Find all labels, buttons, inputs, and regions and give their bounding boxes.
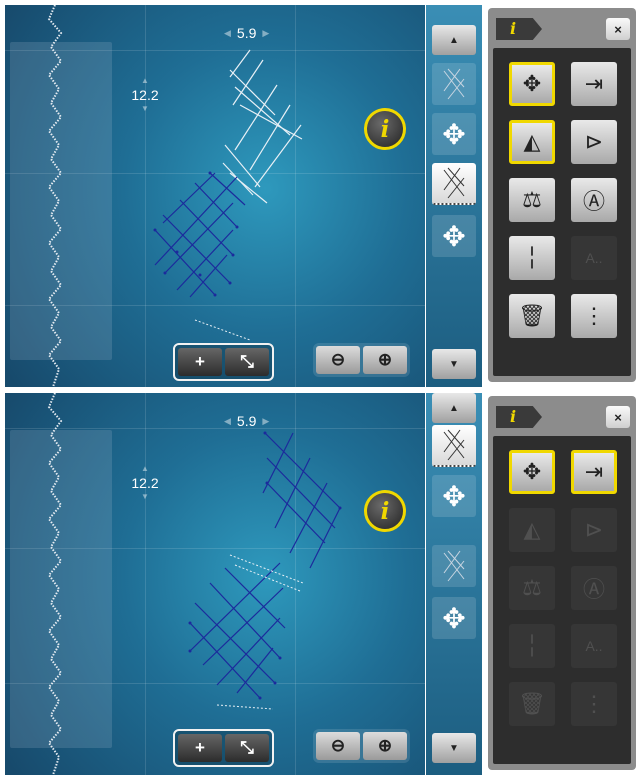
panel-button-grid: ✥ ⇥ ◭ ⊳ ⚖ Ⓐ ╎ A.. 🗑 ⋮: [493, 436, 631, 764]
blue-lattice: [154, 172, 246, 298]
move-icon[interactable]: ✥: [509, 62, 555, 106]
zoom-in-button[interactable]: ⊕: [363, 732, 407, 760]
zoom-out-button[interactable]: ⊖: [316, 732, 360, 760]
stitch-points: [153, 171, 239, 297]
layer-sidebar: ▲ ✥ ✥ ▼: [426, 393, 482, 775]
edit-controls: + ⤡: [173, 343, 274, 381]
stitch-canvas[interactable]: ◀ 5.9 ▶ ▲ 12.2 ▼ i + ⤡ ⊖ ⊕: [5, 5, 425, 387]
stitch-points: [188, 431, 342, 700]
text-icon-label: A..: [585, 250, 603, 266]
insert-right-icon[interactable]: ⇥: [571, 450, 617, 494]
rotate-icon[interactable]: Ⓐ: [571, 178, 617, 222]
balance-icon[interactable]: ⚖: [509, 178, 555, 222]
scroll-up-button[interactable]: ▲: [432, 25, 476, 55]
screen-before: ◀ 5.9 ▶ ▲ 12.2 ▼ i + ⤡ ⊖ ⊕ ▲ ✥ ✥ ▼ i × ✥…: [5, 5, 636, 387]
insert-right-icon[interactable]: ⇥: [571, 62, 617, 106]
close-button[interactable]: ×: [606, 18, 630, 40]
lattice-thumbnail-icon: [443, 429, 465, 461]
text-icon: A..: [571, 236, 617, 280]
resize-button[interactable]: ⤡: [225, 348, 269, 376]
lattice-thumbnail-icon: [443, 550, 465, 582]
move-layer-button-1[interactable]: ✥: [432, 113, 476, 155]
zoom-out-button[interactable]: ⊖: [316, 346, 360, 374]
balance-icon: ⚖: [509, 566, 555, 610]
scroll-down-button[interactable]: ▼: [432, 733, 476, 763]
text-icon-label: A..: [585, 638, 603, 654]
edit-controls: + ⤡: [173, 729, 274, 767]
screen-after: ◀ 5.9 ▶ ▲ 12.2 ▼ i + ⤡ ⊖ ⊕ ▲ ✥ ✥ ▼ i × ✥…: [5, 393, 636, 775]
lattice-thumbnail-icon: [443, 68, 465, 100]
panel-header: i ×: [492, 400, 632, 430]
zoom-controls: ⊖ ⊕: [313, 729, 410, 763]
mirror-horizontal-icon: ◭: [509, 508, 555, 552]
stitch-tail: [194, 319, 251, 341]
pattern-thumb-2[interactable]: [432, 545, 476, 587]
info-tab[interactable]: i: [496, 18, 542, 40]
pattern-thumb-1[interactable]: [432, 63, 476, 105]
center-line-icon: ╎: [509, 624, 555, 668]
move-layer-button-2[interactable]: ✥: [432, 215, 476, 257]
pattern-thumb-2[interactable]: [432, 163, 476, 205]
info-button[interactable]: i: [364, 490, 406, 532]
white-guide: [216, 554, 304, 710]
add-pattern-button[interactable]: +: [178, 348, 222, 376]
mirror-vertical-icon: ⊳: [571, 508, 617, 552]
move-icon[interactable]: ✥: [509, 450, 555, 494]
rotate-icon: Ⓐ: [571, 566, 617, 610]
stitch-canvas[interactable]: ◀ 5.9 ▶ ▲ 12.2 ▼ i + ⤡ ⊖ ⊕: [5, 393, 425, 775]
panel-button-grid: ✥ ⇥ ◭ ⊳ ⚖ Ⓐ ╎ A.. 🗑 ⋮: [493, 48, 631, 376]
mirror-horizontal-icon[interactable]: ◭: [509, 120, 555, 164]
trash-icon: 🗑: [509, 682, 555, 726]
zoom-controls: ⊖ ⊕: [313, 343, 410, 377]
add-pattern-button[interactable]: +: [178, 734, 222, 762]
dots-icon[interactable]: ⋮: [571, 294, 617, 338]
move-layer-button-2[interactable]: ✥: [432, 597, 476, 639]
dots-icon: ⋮: [571, 682, 617, 726]
trash-icon[interactable]: 🗑: [509, 294, 555, 338]
center-line-icon[interactable]: ╎: [509, 236, 555, 280]
info-button[interactable]: i: [364, 108, 406, 150]
lattice-thumbnail-icon: [443, 167, 465, 199]
pattern-thumb-1[interactable]: [432, 425, 476, 467]
mirror-vertical-icon[interactable]: ⊳: [571, 120, 617, 164]
close-button[interactable]: ×: [606, 406, 630, 428]
move-layer-button-1[interactable]: ✥: [432, 475, 476, 517]
stitch-pattern[interactable]: [5, 393, 425, 775]
zoom-in-button[interactable]: ⊕: [363, 346, 407, 374]
edit-panel: i × ✥ ⇥ ◭ ⊳ ⚖ Ⓐ ╎ A.. 🗑 ⋮: [488, 396, 636, 770]
scroll-down-button[interactable]: ▼: [432, 349, 476, 379]
layer-sidebar: ▲ ✥ ✥ ▼: [426, 5, 482, 387]
resize-button[interactable]: ⤡: [225, 734, 269, 762]
scroll-up-button[interactable]: ▲: [432, 393, 476, 423]
stitch-pattern[interactable]: [5, 5, 425, 387]
panel-header: i ×: [492, 12, 632, 42]
edit-panel: i × ✥ ⇥ ◭ ⊳ ⚖ Ⓐ ╎ A.. 🗑 ⋮: [488, 8, 636, 382]
info-tab[interactable]: i: [496, 406, 542, 428]
blue-lattice: [189, 432, 341, 699]
text-icon: A..: [571, 624, 617, 668]
